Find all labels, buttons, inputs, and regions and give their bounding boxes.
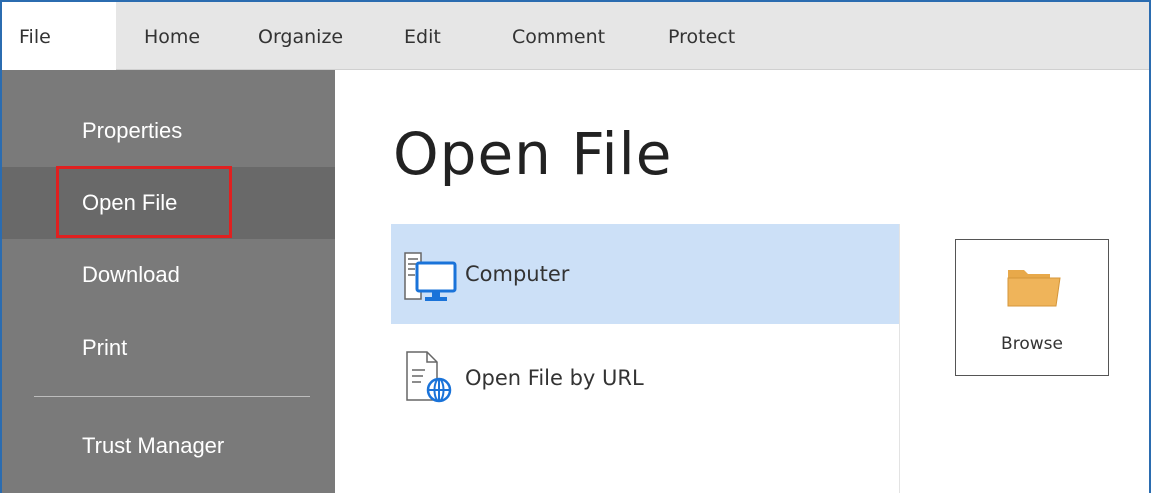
app-window: File Home Organize Edit Comment Protect … [0,0,1151,493]
location-computer[interactable]: Computer [391,224,899,324]
open-locations-list: Computer Open File by URL [391,224,900,493]
tab-protect[interactable]: Protect [668,2,735,70]
sidebar-divider [34,396,310,397]
ribbon-tab-bar: File Home Organize Edit Comment Protect [2,2,1149,71]
browse-label: Browse [1001,334,1063,354]
sidebar-item-download[interactable]: Download [2,239,335,311]
tab-file[interactable]: File [2,2,116,71]
sidebar-item-print[interactable]: Print [2,312,335,384]
folder-icon [1006,264,1062,312]
tab-edit[interactable]: Edit [404,2,441,70]
tab-comment[interactable]: Comment [512,2,605,70]
page-title: Open File [393,120,673,188]
sidebar-item-properties[interactable]: Properties [2,95,335,167]
file-sidebar: Properties Open File Download Print Trus… [2,70,335,493]
tab-home[interactable]: Home [144,2,200,70]
location-label: Computer [465,262,570,286]
sidebar-item-trust-manager[interactable]: Trust Manager [2,410,335,482]
location-label: Open File by URL [465,366,644,390]
tab-organize[interactable]: Organize [258,2,343,70]
sidebar-item-open-file[interactable]: Open File [2,167,335,239]
browse-button[interactable]: Browse [955,239,1109,376]
url-document-icon [403,350,457,408]
computer-icon [403,251,457,307]
location-url[interactable]: Open File by URL [391,324,899,424]
